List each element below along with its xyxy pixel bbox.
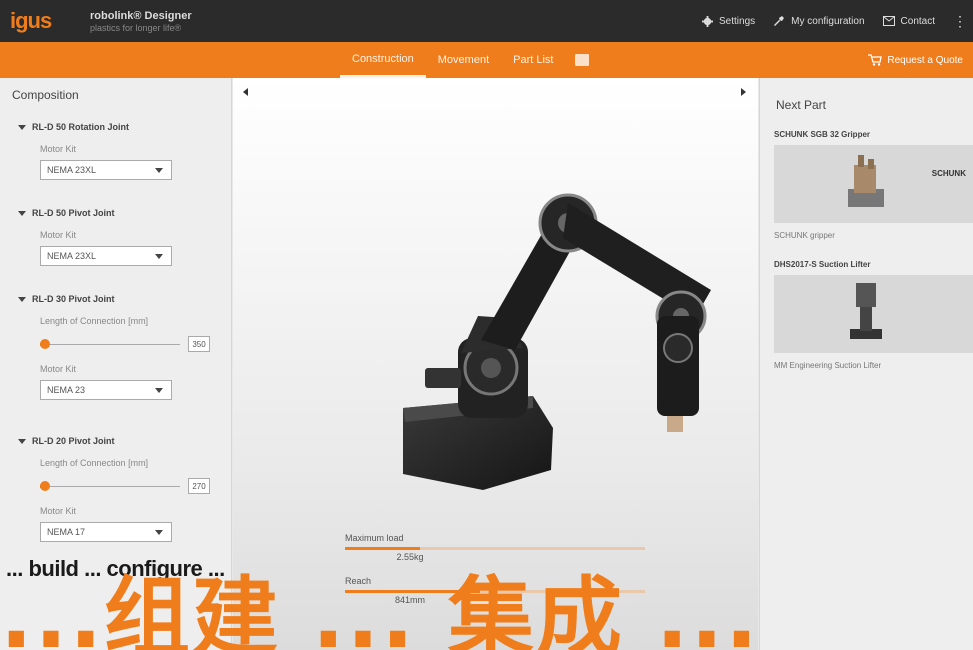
joint-section-rotation-50: RL-D 50 Rotation Joint Motor Kit NEMA 23… (18, 122, 218, 180)
joint-header[interactable]: RL-D 20 Pivot Joint (18, 436, 218, 446)
schunk-logo: SCHUNK (931, 169, 966, 178)
pdf-icon (575, 54, 590, 66)
max-load-stat: Maximum load 2.55kg (345, 533, 645, 562)
length-slider[interactable]: 270 (40, 478, 230, 494)
max-load-value: 2.55kg (396, 552, 424, 562)
joint-header[interactable]: RL-D 50 Pivot Joint (18, 208, 218, 218)
joint-header[interactable]: RL-D 30 Pivot Joint (18, 294, 218, 304)
composition-title: Composition (12, 88, 79, 102)
product-title: robolink® Designer plastics for longer l… (90, 10, 192, 33)
slider-knob[interactable] (40, 339, 50, 349)
tab-bar: Construction Movement Part List Request … (0, 42, 973, 78)
slider-track (40, 344, 180, 345)
motor-kit-select[interactable]: NEMA 23 (40, 380, 172, 400)
motor-kit-select[interactable]: NEMA 23XL (40, 160, 172, 180)
joint-name: RL-D 20 Pivot Joint (32, 436, 115, 446)
main-tabs: Construction Movement Part List (340, 42, 599, 78)
contact-link[interactable]: Contact (882, 15, 935, 27)
joint-section-pivot-20: RL-D 20 Pivot Joint Length of Connection… (18, 436, 218, 542)
caret-down-icon (155, 388, 163, 393)
robot-3d-viewport[interactable]: Maximum load 2.55kg Reach 841mm (233, 78, 758, 650)
part-description: SCHUNK gripper (774, 231, 835, 240)
slider-track (40, 486, 180, 487)
logo-text: igus (10, 8, 52, 33)
length-label: Length of Connection [mm] (40, 316, 149, 326)
length-label: Length of Connection [mm] (40, 458, 149, 468)
pdf-export-button[interactable] (565, 42, 599, 78)
motor-kit-value: NEMA 17 (47, 527, 86, 537)
top-bar: igus robolink® Designer plastics for lon… (0, 0, 973, 42)
caret-down-icon (155, 168, 163, 173)
slider-knob[interactable] (40, 481, 50, 491)
collapse-triangle-icon (18, 296, 26, 302)
request-quote-button[interactable]: Request a Quote (868, 42, 963, 78)
part-name: SCHUNK SGB 32 Gripper (774, 130, 871, 139)
mail-icon (882, 16, 895, 26)
motor-kit-value: NEMA 23XL (47, 165, 97, 175)
caret-down-icon (155, 530, 163, 535)
motor-kit-label: Motor Kit (40, 364, 77, 374)
tab-construction[interactable]: Construction (340, 42, 426, 78)
max-load-label: Maximum load (345, 533, 404, 543)
next-part-panel: Next Part SCHUNK SGB 32 Gripper SCHUNK S… (759, 78, 973, 650)
next-part-card[interactable]: SCHUNK SGB 32 Gripper SCHUNK SCHUNK grip… (774, 130, 973, 240)
gripper-image[interactable]: SCHUNK (774, 145, 973, 223)
cart-icon (868, 54, 883, 66)
suction-lifter-icon (850, 283, 882, 339)
tab-movement[interactable]: Movement (426, 42, 501, 78)
next-part-card[interactable]: DHS2017-S Suction Lifter MM Engineering … (774, 260, 973, 370)
gear-icon (702, 15, 714, 27)
product-name: robolink® Designer (90, 10, 192, 22)
suction-lifter-image[interactable] (774, 275, 973, 353)
motor-kit-select[interactable]: NEMA 17 (40, 522, 172, 542)
motor-kit-label: Motor Kit (40, 230, 77, 240)
joint-section-pivot-30: RL-D 30 Pivot Joint Length of Connection… (18, 294, 218, 400)
max-load-bar-fill (345, 547, 420, 550)
collapse-triangle-icon (18, 124, 26, 130)
motor-kit-select[interactable]: NEMA 23XL (40, 246, 172, 266)
collapse-triangle-icon (18, 438, 26, 444)
part-name: DHS2017-S Suction Lifter (774, 260, 871, 269)
caret-down-icon (155, 254, 163, 259)
chinese-caption: ...组建 ... 集成 ... (0, 570, 760, 650)
product-tagline: plastics for longer life® (90, 23, 182, 33)
more-menu-icon[interactable]: ⋮ (953, 13, 967, 30)
settings-link[interactable]: Settings (702, 15, 756, 27)
collapse-triangle-icon (18, 210, 26, 216)
motor-kit-value: NEMA 23XL (47, 251, 97, 261)
motor-kit-label: Motor Kit (40, 506, 77, 516)
my-configuration-label: My configuration (791, 15, 865, 27)
tab-part-list[interactable]: Part List (501, 42, 565, 78)
joint-section-pivot-50: RL-D 50 Pivot Joint Motor Kit NEMA 23XL (18, 208, 218, 266)
length-slider[interactable]: 350 (40, 336, 230, 352)
request-quote-label: Request a Quote (887, 54, 963, 66)
joint-name: RL-D 50 Pivot Joint (32, 208, 115, 218)
top-nav: Settings My configuration Contact ⋮ (702, 0, 973, 42)
gripper-icon (848, 155, 884, 207)
motor-kit-value: NEMA 23 (47, 385, 86, 395)
motor-kit-label: Motor Kit (40, 144, 77, 154)
igus-logo[interactable]: igus (10, 8, 52, 33)
robot-arm-model[interactable] (233, 78, 758, 518)
length-value-input[interactable]: 350 (188, 336, 210, 352)
my-configuration-link[interactable]: My configuration (773, 15, 865, 27)
joint-name: RL-D 30 Pivot Joint (32, 294, 115, 304)
next-part-title: Next Part (776, 98, 827, 112)
length-value-input[interactable]: 270 (188, 478, 210, 494)
joint-header[interactable]: RL-D 50 Rotation Joint (18, 122, 218, 132)
max-load-bar (345, 547, 645, 550)
settings-label: Settings (719, 15, 756, 27)
part-description: MM Engineering Suction Lifter (774, 361, 882, 370)
wrench-icon (774, 16, 785, 26)
contact-label: Contact (900, 15, 935, 27)
joint-name: RL-D 50 Rotation Joint (32, 122, 129, 132)
